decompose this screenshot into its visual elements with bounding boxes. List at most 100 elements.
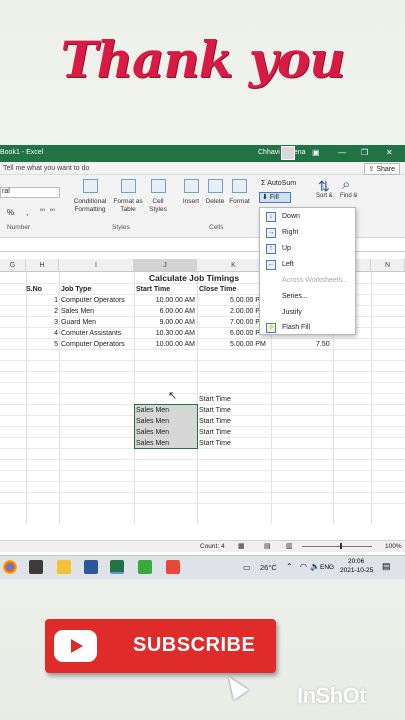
autosum-button[interactable]: Σ AutoSum xyxy=(261,180,296,187)
subscribe-button[interactable]: SUBSCRIBE xyxy=(45,619,276,673)
zoom-slider[interactable] xyxy=(302,546,372,547)
number-format-dropdown[interactable]: ral xyxy=(0,187,60,198)
group-label-styles: Styles xyxy=(112,224,130,231)
flash-fill-item[interactable]: ⚡ Flash Fill xyxy=(260,321,355,335)
column-header-n[interactable]: N xyxy=(371,259,405,272)
decimal-increase-icon[interactable]: ⁰⁰ xyxy=(40,208,45,215)
weather-icon[interactable]: ▭ xyxy=(243,563,251,572)
column-header-i[interactable]: I xyxy=(59,259,134,272)
fill-left-item[interactable]: ← Left xyxy=(260,258,355,272)
youtube-logo-icon xyxy=(54,630,97,662)
avatar[interactable] xyxy=(281,146,295,160)
insert-label: Insert xyxy=(182,198,200,205)
tell-me-search[interactable]: Tell me what you want to do xyxy=(3,165,89,172)
table-cell: 1 xyxy=(54,297,58,304)
camtasia-icon[interactable] xyxy=(138,560,152,574)
table-cell: Sales Men xyxy=(61,308,95,315)
wifi-icon[interactable]: ◠ xyxy=(300,562,307,571)
share-button[interactable]: ⇪ Share xyxy=(363,163,400,175)
format-cells-icon xyxy=(232,179,247,193)
normal-view-icon[interactable]: ▦ xyxy=(238,542,245,550)
fill-left-label: Left xyxy=(282,261,294,268)
group-label-number: Number xyxy=(7,224,31,231)
start-time-cell: Start Time xyxy=(199,429,231,436)
header-sno: S.No xyxy=(26,286,42,293)
selected-cell[interactable]: Sales Men xyxy=(136,438,169,449)
fill-series-label: Series... xyxy=(282,293,308,300)
fill-down-item[interactable]: ↓ Down xyxy=(260,210,355,224)
headline-thank-you: Thank you xyxy=(60,30,345,89)
conditional-formatting-button[interactable]: Conditional Formatting xyxy=(72,179,108,214)
format-button[interactable]: Format xyxy=(227,179,252,206)
zoom-thumb[interactable] xyxy=(340,543,342,549)
delete-button[interactable]: Delete xyxy=(203,179,227,206)
insert-cells-icon xyxy=(183,179,199,193)
fill-across-worksheets-item: Across Worksheets... xyxy=(260,274,355,288)
fill-justify-item[interactable]: Justify xyxy=(260,306,355,320)
start-time-cell: Start Time xyxy=(199,440,231,447)
minimize-icon[interactable]: — xyxy=(338,148,346,157)
format-as-table-button[interactable]: Format as Table xyxy=(112,179,144,214)
cf-label-1: Conditional xyxy=(73,198,107,205)
cursor-icon xyxy=(221,671,249,701)
format-label: Format xyxy=(229,198,250,205)
fill-up-item[interactable]: ↑ Up xyxy=(260,242,355,256)
group-label-cells: Cells xyxy=(209,224,224,231)
table-cell: 4 xyxy=(54,330,58,337)
restore-icon[interactable]: ❐ xyxy=(361,148,368,157)
delete-label: Delete xyxy=(205,198,225,205)
clock-date: 2021-10-25 xyxy=(340,567,374,574)
selected-cell[interactable]: Sales Men xyxy=(136,405,169,416)
arrow-up-icon: ↑ xyxy=(266,244,276,254)
table-cell: 2 xyxy=(54,308,58,315)
cs-label-1: Cell xyxy=(152,198,164,205)
fill-button[interactable]: ⬇ Fill xyxy=(259,192,291,203)
column-header-j[interactable]: J xyxy=(134,259,197,272)
store-icon[interactable] xyxy=(29,560,43,574)
taskbar: ▭ 26°C ⌃ ◠ 🔈 ENG 20:06 2021-10-25 ▤ xyxy=(0,555,405,579)
find-label: Find & xyxy=(340,193,358,199)
fill-right-item[interactable]: → Right xyxy=(260,226,355,240)
table-cell: 9.00.00 AM xyxy=(159,319,195,326)
header-start-time: Start Time xyxy=(136,286,171,293)
cell-styles-button[interactable]: Cell Styles xyxy=(145,179,171,214)
selected-cell[interactable]: Sales Men xyxy=(136,427,169,438)
word-icon[interactable] xyxy=(84,560,98,574)
page-break-icon[interactable]: ▥ xyxy=(286,542,293,550)
insert-button[interactable]: Insert xyxy=(180,179,202,206)
comma-button[interactable]: , xyxy=(26,208,28,217)
close-icon[interactable]: ✕ xyxy=(386,148,393,157)
chevron-up-icon[interactable]: ⌃ xyxy=(286,562,293,571)
sort-label: Sort & xyxy=(316,193,333,199)
start-time-cell: Start Time xyxy=(199,407,231,414)
decimal-decrease-icon[interactable]: ⁰⁰ xyxy=(50,208,55,215)
fill-series-item[interactable]: Series... xyxy=(260,290,355,304)
format-as-table-icon xyxy=(120,179,136,193)
chrome-icon[interactable] xyxy=(3,560,17,574)
cf-label-2: Formatting xyxy=(74,206,106,213)
tell-me-bar: Tell me what you want to do ⇪ Share xyxy=(0,162,405,175)
notifications-icon[interactable]: ▤ xyxy=(382,561,391,572)
temperature: 26°C xyxy=(260,563,277,572)
table-cell: 10.00.00 AM xyxy=(155,297,195,304)
table-cell: 3 xyxy=(54,319,58,326)
count-status: Count: 4 xyxy=(200,543,225,550)
column-header-h[interactable]: H xyxy=(26,259,59,272)
mouse-pointer-icon: ↖ xyxy=(168,390,178,402)
delete-cells-icon xyxy=(207,179,223,193)
file-explorer-icon[interactable] xyxy=(57,560,71,574)
page-layout-icon[interactable]: ▤ xyxy=(264,542,271,550)
recorder-icon[interactable] xyxy=(166,560,180,574)
ribbon-display-icon[interactable]: ▣ xyxy=(312,148,320,157)
find-select-icon[interactable]: ⌕ xyxy=(342,176,350,193)
flash-fill-label: Flash Fill xyxy=(282,324,311,331)
volume-icon[interactable]: 🔈 xyxy=(310,562,320,571)
excel-taskbar-icon[interactable] xyxy=(110,560,124,574)
table-cell: Computer Operators xyxy=(61,341,125,348)
column-header-g[interactable]: G xyxy=(0,259,26,272)
selected-cell[interactable]: Sales Men xyxy=(136,416,169,427)
percent-button[interactable]: % xyxy=(7,208,14,217)
fill-justify-label: Justify xyxy=(282,309,302,316)
language[interactable]: ENG xyxy=(320,564,334,571)
table-cell: 10.00.00 AM xyxy=(155,341,195,348)
